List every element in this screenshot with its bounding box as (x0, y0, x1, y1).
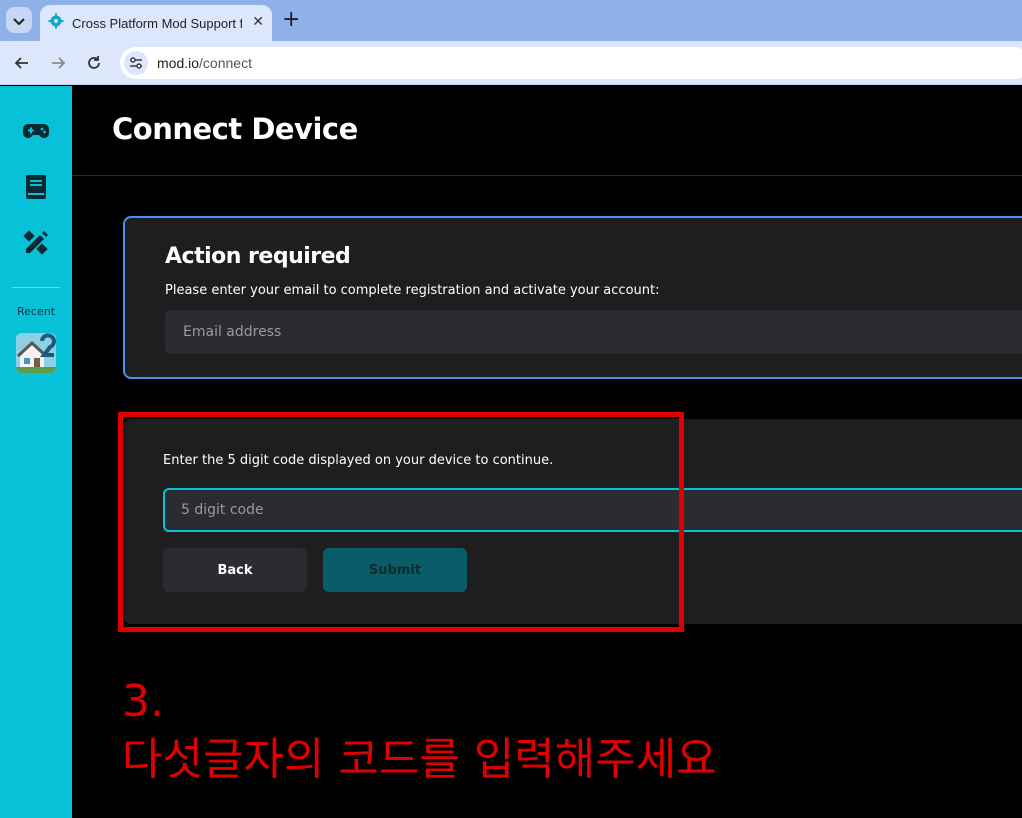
email-field[interactable] (165, 310, 1022, 354)
close-icon[interactable]: ✕ (252, 14, 264, 30)
action-required-description: Please enter your email to complete regi… (165, 283, 660, 298)
page-title: Connect Device (112, 112, 358, 146)
book-icon[interactable] (22, 173, 50, 201)
annotation-text: 3. 다섯글자의 코드를 입력해주세요 (122, 673, 717, 789)
chevron-down-icon (13, 11, 25, 30)
url-host: mod.io (157, 55, 200, 71)
reload-icon[interactable] (82, 51, 106, 75)
browser-tab-bar: Cross Platform Mod Support f ✕ + (0, 0, 1022, 41)
highlight-annotation-box (118, 412, 684, 632)
tab-title: Cross Platform Mod Support f (72, 15, 242, 31)
pencil-ruler-icon[interactable] (22, 229, 50, 257)
gear-icon (48, 13, 64, 33)
sidebar: Recent (0, 86, 72, 818)
action-required-heading: Action required (165, 244, 351, 269)
header-divider (72, 175, 1022, 176)
action-required-card: Action required Please enter your email … (123, 216, 1022, 379)
annotation-step: 3. (122, 676, 164, 727)
forward-arrow-icon[interactable] (46, 51, 70, 75)
site-settings-icon[interactable] (124, 51, 148, 75)
url-text: mod.io/connect (157, 55, 252, 71)
new-tab-button[interactable]: + (282, 8, 300, 32)
browser-toolbar: mod.io/connect (0, 41, 1022, 85)
annotation-instruction: 다섯글자의 코드를 입력해주세요 (122, 734, 717, 785)
gamepad-icon[interactable] (22, 117, 50, 145)
recent-label: Recent (16, 305, 56, 318)
recent-game-thumbnail[interactable] (16, 333, 56, 373)
browser-tab[interactable]: Cross Platform Mod Support f ✕ (40, 5, 272, 41)
sidebar-divider (12, 287, 60, 288)
url-path: /connect (199, 55, 252, 71)
tab-search-button[interactable] (6, 7, 32, 33)
back-arrow-icon[interactable] (10, 51, 34, 75)
address-bar[interactable]: mod.io/connect (120, 47, 1022, 79)
